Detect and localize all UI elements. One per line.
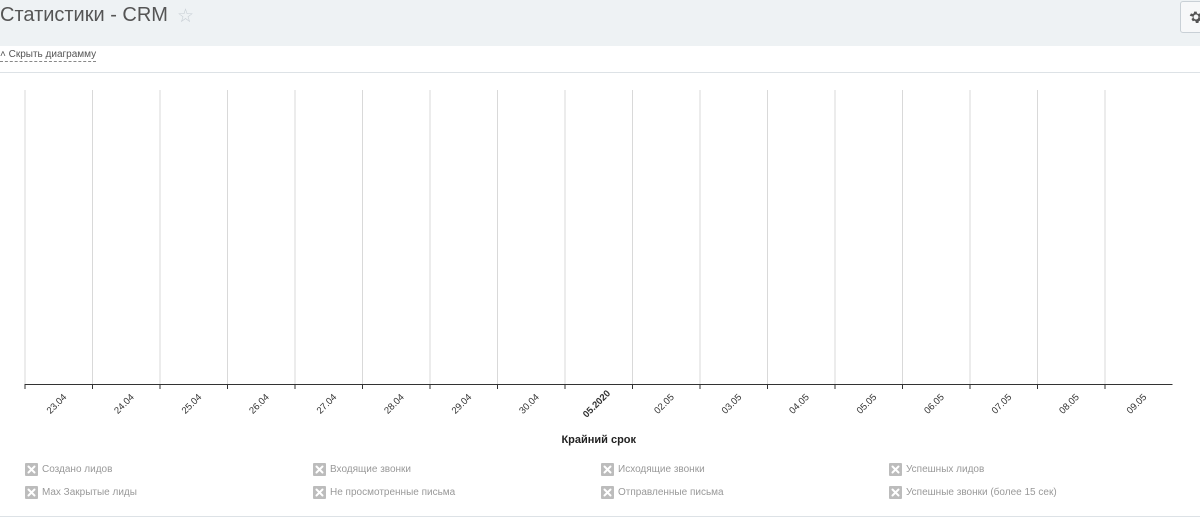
legend-label: Успешные звонки (более 15 сек) — [906, 487, 1057, 498]
x-tick-label: 27.04 — [315, 392, 340, 417]
x-tick-label: 08.05 — [1057, 392, 1082, 417]
legend-label: Отправленные письма — [618, 487, 724, 498]
x-tick-label: 30.04 — [517, 392, 542, 417]
x-tick-label: 03.05 — [720, 392, 745, 417]
divider — [0, 516, 1200, 517]
checkbox-unchecked-icon — [889, 486, 902, 499]
legend-label: Не просмотренные письма — [330, 487, 456, 498]
legend-label: Входящие звонки — [330, 464, 412, 475]
checkbox-unchecked-icon — [313, 486, 326, 499]
x-tick-label: 06.05 — [922, 392, 947, 417]
x-tick-label: 23.04 — [45, 392, 70, 417]
legend-label: Успешных лидов — [906, 464, 985, 475]
checkbox-unchecked-icon — [25, 463, 38, 476]
x-tick-label: 05.05 — [855, 392, 880, 417]
x-tick-label: 02.05 — [652, 392, 677, 417]
x-tick-label: 24.04 — [112, 392, 137, 417]
x-tick-label: 09.05 — [1125, 392, 1150, 417]
checkbox-unchecked-icon — [601, 463, 614, 476]
x-tick-label: 26.04 — [247, 392, 272, 417]
legend-label: Исходящие звонки — [618, 464, 705, 475]
checkbox-unchecked-icon — [25, 486, 38, 499]
checkbox-unchecked-icon — [889, 463, 902, 476]
x-tick-label: 25.04 — [180, 392, 205, 417]
x-tick-label: 07.05 — [990, 392, 1015, 417]
legend-label: Создано лидов — [42, 464, 113, 475]
checkbox-unchecked-icon — [313, 463, 326, 476]
x-tick-label: 04.05 — [787, 392, 812, 417]
x-axis-title: Крайний срок — [561, 434, 636, 446]
x-tick-label: 28.04 — [382, 392, 407, 417]
chart-area: 23.04 24.04 25.04 26.04 27.04 28.04 29.04 30.04… — [24, 90, 1173, 446]
checkbox-unchecked-icon — [601, 486, 614, 499]
legend-label: Max Закрытые лиды — [42, 487, 137, 498]
x-tick-label: 29.04 — [450, 392, 475, 417]
x-tick-label: 05.2020 — [581, 388, 613, 420]
